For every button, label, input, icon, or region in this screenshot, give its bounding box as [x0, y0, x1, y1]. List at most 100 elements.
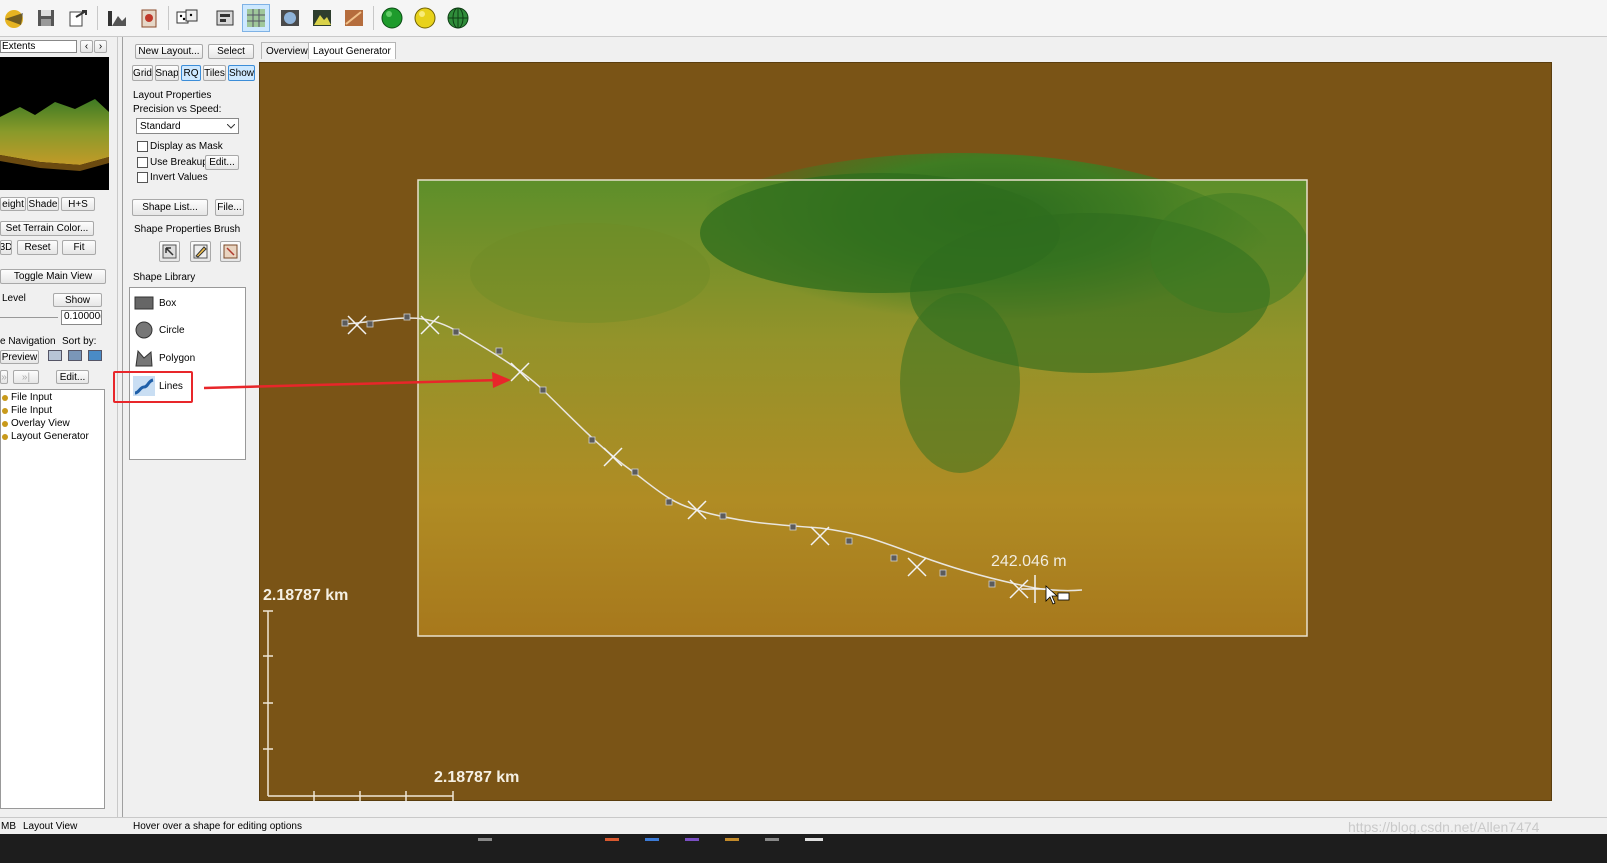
watermark-text: https://blog.csdn.net/Allen7474	[1348, 819, 1540, 835]
terrain-icon[interactable]	[103, 4, 131, 32]
level-slider[interactable]	[0, 317, 58, 318]
layout-generator-panel: New Layout... Select Grid Snap RQ Tiles …	[122, 37, 255, 817]
display-as-mask-label: Display as Mask	[150, 141, 223, 152]
status-view-name: Layout View	[23, 821, 78, 832]
app-icon[interactable]	[0, 4, 28, 32]
dice-icon[interactable]	[173, 4, 201, 32]
grid-view-icon[interactable]	[242, 4, 270, 32]
green-sphere-icon[interactable]	[378, 4, 406, 32]
precision-label: Precision vs Speed:	[133, 104, 222, 115]
node-dot-icon	[2, 394, 8, 401]
box-icon	[133, 293, 155, 313]
sort-detail-icon[interactable]	[88, 350, 102, 361]
height-view-button[interactable]: eight	[0, 197, 26, 211]
taskbar-icon[interactable]	[805, 838, 823, 841]
status-hint: Hover over a shape for editing options	[133, 821, 302, 832]
precision-select[interactable]: Standard	[136, 118, 239, 134]
layout-properties-heading: Layout Properties	[133, 90, 212, 101]
shape-circle[interactable]: Circle	[133, 318, 243, 342]
tree-item-file-input-2[interactable]: File Input	[2, 405, 52, 416]
hs-view-button[interactable]: H+S	[61, 197, 95, 211]
tiles-toggle[interactable]: Tiles	[203, 65, 226, 81]
navigation-label: e Navigation	[0, 336, 56, 347]
taskbar-icon[interactable]	[478, 838, 492, 841]
preview-button[interactable]: Preview	[0, 350, 39, 364]
nav-last-button[interactable]: »|	[13, 370, 39, 384]
toggle-main-view-button[interactable]: Toggle Main View	[0, 269, 106, 284]
left-panel: Extents ‹ › eight Shade H+S Set Terrain …	[0, 37, 118, 817]
terrain-preview[interactable]	[0, 57, 109, 190]
lines-highlight-box	[113, 371, 193, 403]
view-3d-button[interactable]: 3D	[0, 240, 12, 255]
invert-values-checkbox[interactable]	[137, 172, 148, 183]
status-memory: MB	[1, 821, 16, 832]
prev-arrow-button[interactable]: ‹	[80, 40, 93, 53]
brush-select-icon[interactable]	[159, 241, 180, 262]
shape-polygon[interactable]: Polygon	[133, 346, 243, 370]
invert-values-label: Invert Values	[150, 172, 208, 183]
level-show-button[interactable]: Show	[53, 293, 102, 307]
main-toolbar	[0, 0, 1607, 37]
status-bar: MB Layout View Hover over a shape for ed…	[0, 817, 1607, 835]
next-arrow-button[interactable]: ›	[94, 40, 107, 53]
save-icon[interactable]	[32, 4, 60, 32]
taskbar-icon[interactable]	[645, 838, 659, 841]
sort-list-icon[interactable]	[48, 350, 62, 361]
taskbar-icon[interactable]	[685, 838, 699, 841]
shape-box[interactable]: Box	[133, 291, 243, 315]
grid-toggle[interactable]: Grid	[132, 65, 153, 81]
tree-item-file-input-1[interactable]: File Input	[2, 392, 52, 403]
taskbar-icon[interactable]	[725, 838, 739, 841]
terrain-map[interactable]	[418, 153, 1310, 636]
level-value-field[interactable]: 0.10000(	[61, 310, 102, 325]
snap-toggle[interactable]: Snap	[155, 65, 179, 81]
node-dot-icon	[2, 407, 8, 414]
tab-overview[interactable]: Overview	[261, 42, 313, 59]
tree-item-overlay-view[interactable]: Overlay View	[2, 418, 70, 429]
taskbar-icon[interactable]	[605, 838, 619, 841]
node-tree: File Input File Input Overlay View Layou…	[0, 389, 105, 809]
extents-field[interactable]: Extents	[0, 40, 77, 53]
mountain-icon[interactable]	[308, 4, 336, 32]
brush-delete-icon[interactable]	[220, 241, 241, 262]
level-label: Level	[2, 293, 26, 304]
circle-icon	[133, 320, 155, 340]
shape-library-heading: Shape Library	[133, 272, 196, 283]
show-toggle[interactable]: Show	[228, 65, 255, 81]
export-icon[interactable]	[63, 4, 91, 32]
sort-image-icon[interactable]	[68, 350, 82, 361]
tab-layout-generator[interactable]: Layout Generator	[308, 42, 396, 59]
report-icon[interactable]	[135, 4, 163, 32]
shade-view-button[interactable]: Shade	[27, 197, 59, 211]
scale-axes	[263, 610, 454, 801]
extents-label: Extents	[2, 41, 36, 52]
rq-toggle[interactable]: RQ	[181, 65, 201, 81]
node-dot-icon	[2, 433, 8, 440]
reset-button[interactable]: Reset	[17, 240, 58, 255]
annotation-arrow	[203, 372, 511, 390]
globe-grid-icon[interactable]	[444, 4, 472, 32]
set-terrain-color-button[interactable]: Set Terrain Color...	[0, 221, 94, 236]
globe-view-icon[interactable]	[276, 4, 304, 32]
select-button[interactable]: Select	[208, 44, 254, 59]
file-button[interactable]: File...	[215, 199, 244, 216]
texture-icon[interactable]	[340, 4, 368, 32]
tree-item-layout-generator[interactable]: Layout Generator	[2, 431, 89, 442]
sort-by-label: Sort by:	[62, 336, 97, 347]
nav-first-button[interactable]: »	[0, 370, 8, 384]
layout-viewport[interactable]: 242.046 m 2.18787 km 2.18787 km	[259, 62, 1552, 801]
polygon-icon	[133, 348, 155, 368]
layer-icon[interactable]	[211, 4, 239, 32]
nav-edit-button[interactable]: Edit...	[56, 370, 89, 384]
yellow-sphere-icon[interactable]	[411, 4, 439, 32]
scale-vertical-label: 2.18787 km	[263, 587, 349, 604]
taskbar-icon[interactable]	[765, 838, 779, 841]
display-as-mask-checkbox[interactable]	[137, 141, 148, 152]
brush-edit-icon[interactable]	[190, 241, 211, 262]
scale-horizontal-label: 2.18787 km	[434, 769, 520, 786]
shape-list-button[interactable]: Shape List...	[132, 199, 208, 216]
new-layout-button[interactable]: New Layout...	[135, 44, 203, 59]
use-breakup-checkbox[interactable]	[137, 157, 148, 168]
fit-button[interactable]: Fit	[62, 240, 96, 255]
breakup-edit-button[interactable]: Edit...	[205, 155, 239, 170]
